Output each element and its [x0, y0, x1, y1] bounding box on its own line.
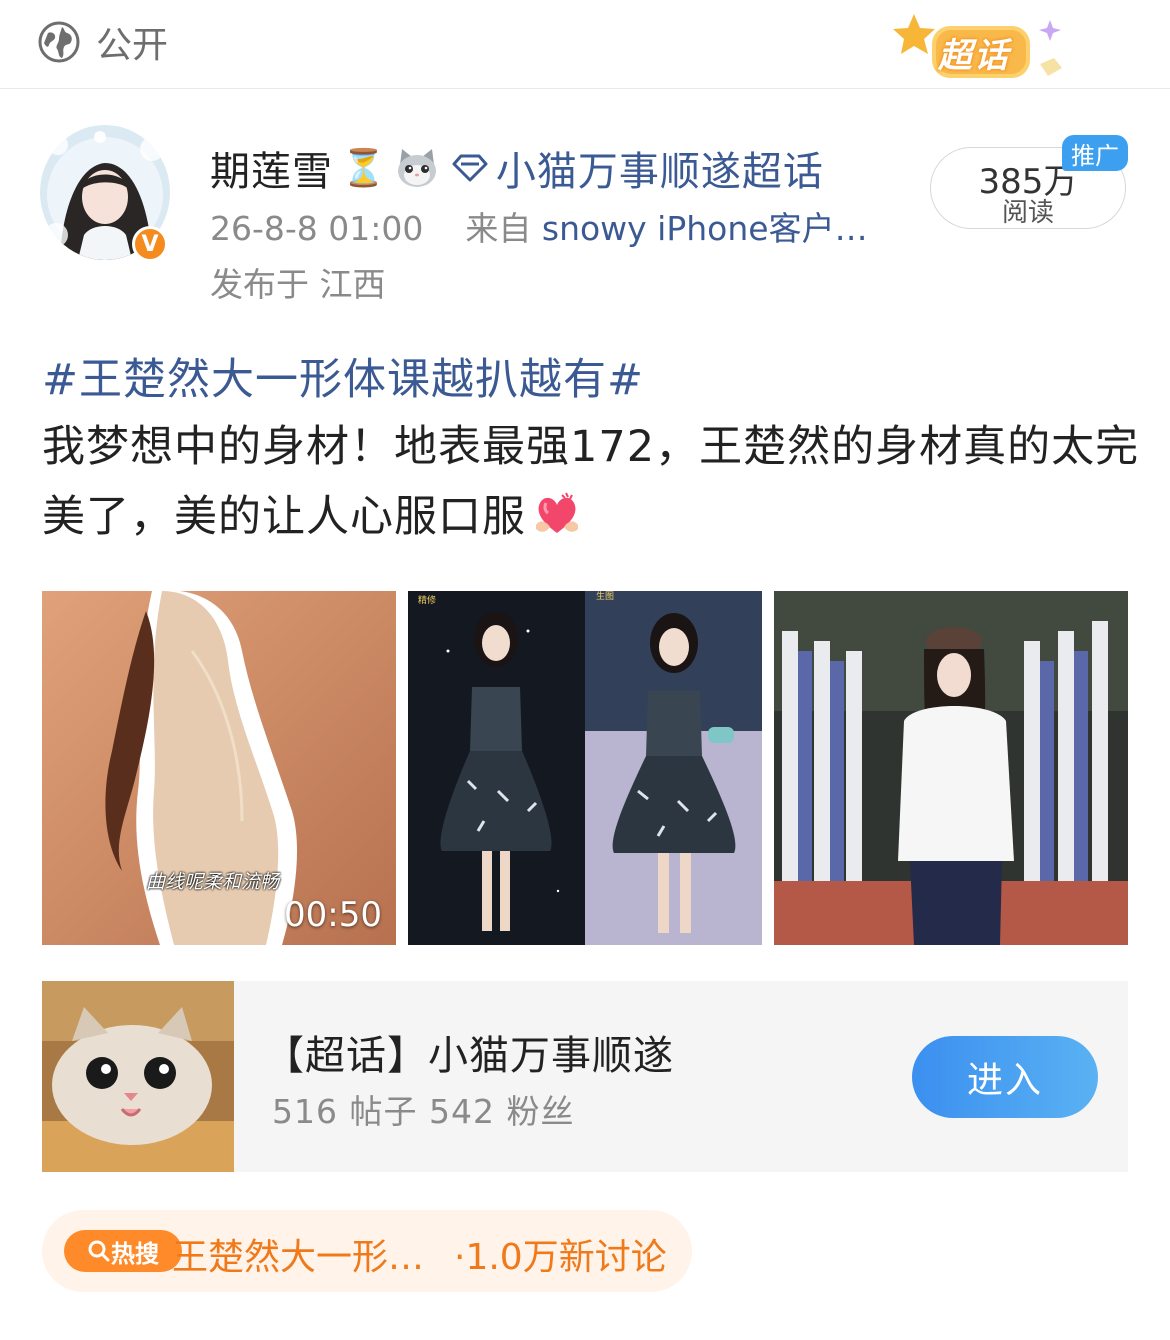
source-prefix: 来自 [465, 209, 532, 248]
visibility-label: 公开 [96, 25, 169, 66]
hot-search-count: ·1.0万新讨论 [454, 1237, 667, 1278]
author-row: 期莲雪 ⏳ 小猫万事顺遂超话 [210, 140, 824, 196]
image-tag-2: 生图 [596, 591, 614, 602]
post-time: 26-8-8 01:00 [210, 209, 424, 248]
video-duration: 00:50 [284, 895, 382, 935]
image-tag-1: 精修 [418, 594, 436, 606]
media-video-1[interactable]: 曲线呢柔和流畅 00:50 [42, 591, 396, 945]
hourglass-icon: ⏳ [341, 148, 386, 189]
promo-tag: 推广 [1062, 135, 1128, 171]
visibility-selector[interactable]: 公开 [38, 16, 168, 68]
diamond-icon [452, 154, 488, 182]
enter-button[interactable]: 进入 [912, 1036, 1098, 1118]
top-bar: 公开 超话 [0, 0, 1170, 89]
hot-search-title: 王楚然大一形… [172, 1237, 425, 1278]
globe-icon [38, 21, 80, 63]
search-icon [88, 1240, 110, 1262]
post-location: 发布于 江西 [210, 265, 386, 304]
supertopic-thumbnail [42, 981, 234, 1172]
supertopic-stats: 516 帖子 542 粉丝 [272, 1092, 575, 1131]
post-text: 我梦想中的身材！地表最强172，王楚然的身材真的太完美了，美的让人心服口服 [42, 412, 1142, 552]
hashtag-link[interactable]: #王楚然大一形体课越扒越有# [42, 345, 644, 407]
post-body: 我梦想中的身材！地表最强172，王楚然的身材真的太完美了，美的让人心服口服 [42, 422, 1140, 542]
media-image-2[interactable]: 精修 生图 [408, 591, 762, 945]
media-image-3[interactable] [774, 591, 1128, 945]
supertopic-card[interactable]: 【超话】小猫万事顺遂 516 帖子 542 粉丝 进入 [42, 981, 1128, 1172]
video-caption: 曲线呢柔和流畅 [146, 871, 280, 893]
heart-hands-icon [536, 492, 578, 533]
hot-search-bar[interactable]: 热搜 王楚然大一形… ·1.0万新讨论 [42, 1210, 692, 1292]
hot-search-badge-label: 热搜 [111, 1239, 159, 1268]
verified-badge: V [132, 226, 168, 262]
supertopic-title: 【超话】小猫万事顺遂 [264, 1033, 674, 1079]
post-source[interactable]: snowy iPhone客户… [542, 209, 868, 248]
read-label: 阅读 [1001, 198, 1054, 228]
post-meta: 26-8-8 01:00 来自 snowy iPhone客户… [210, 202, 868, 250]
author-name[interactable]: 期莲雪 [210, 139, 333, 197]
supertopic-badge-label: 超话 [938, 36, 1010, 76]
supertopic-link[interactable]: 小猫万事顺遂超话 [496, 139, 824, 197]
cat-icon [397, 149, 436, 187]
hot-search-badge: 热搜 [64, 1230, 182, 1272]
